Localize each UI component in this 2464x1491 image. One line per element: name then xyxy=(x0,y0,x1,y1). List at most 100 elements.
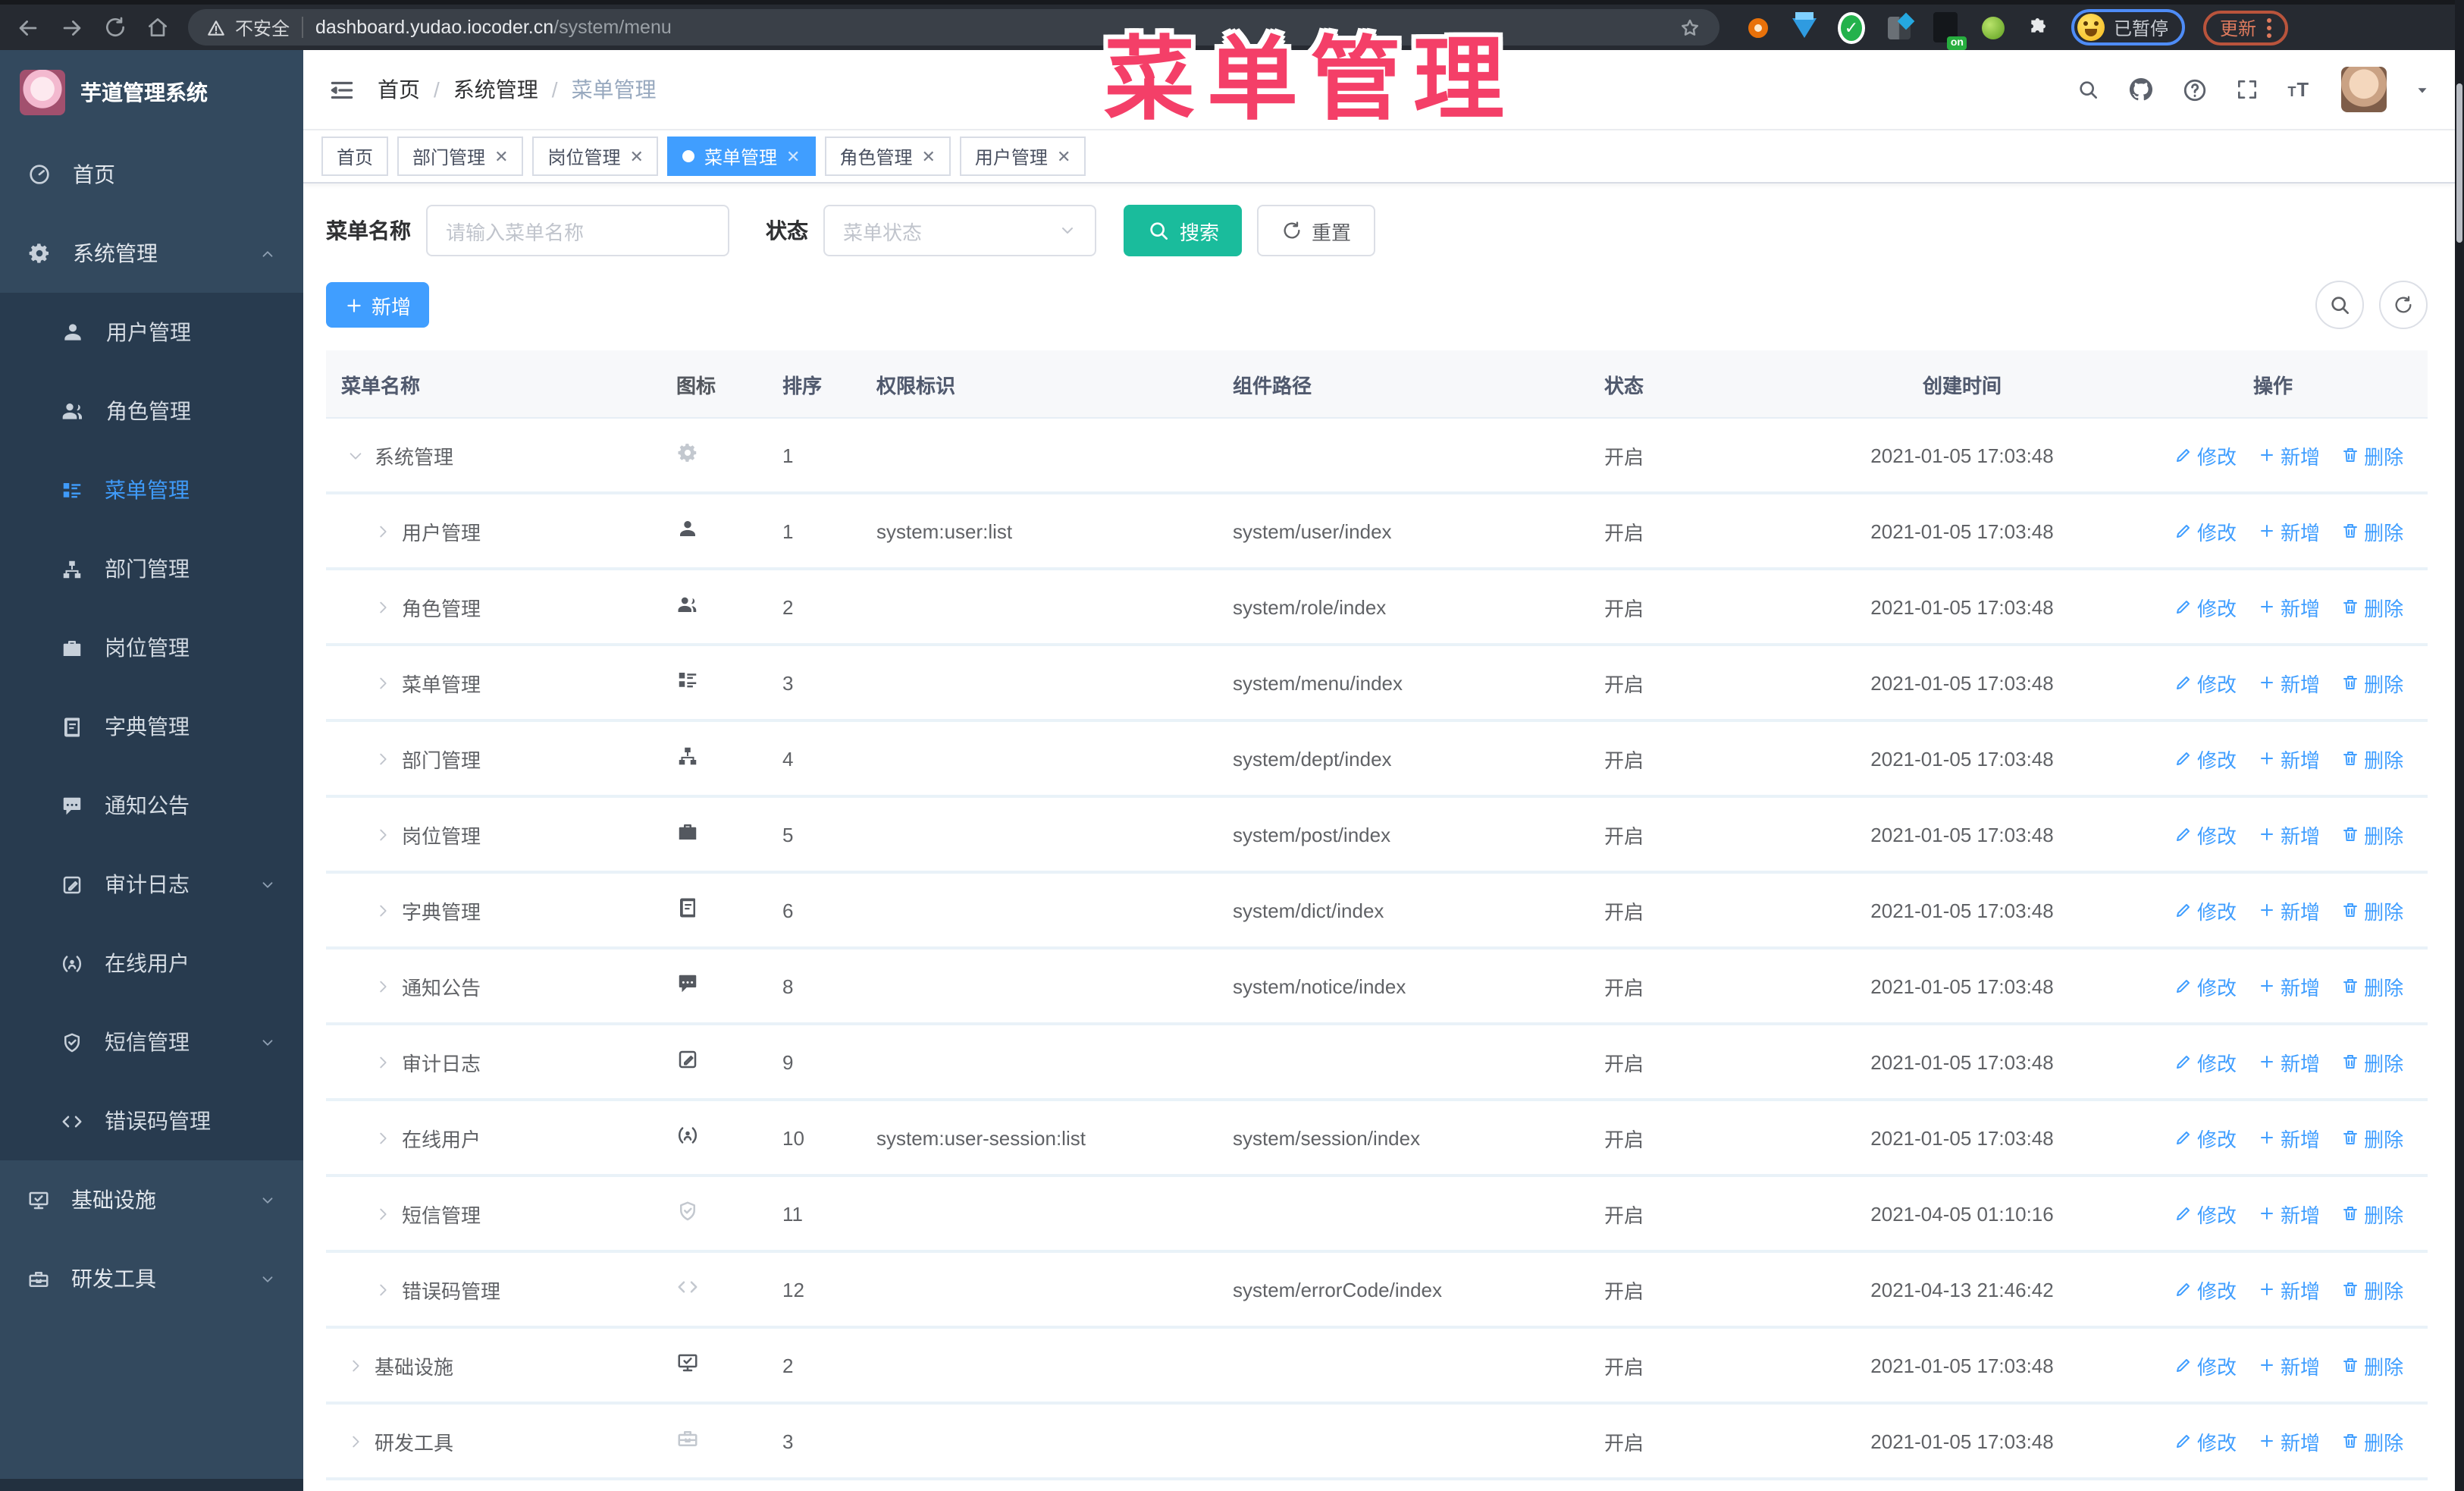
sidebar-item-11[interactable]: 短信管理 xyxy=(0,1003,303,1081)
sidebar-item-0[interactable]: 首页 xyxy=(0,135,303,214)
add-link[interactable]: 新增 xyxy=(2258,1351,2320,1380)
browser-update-button[interactable]: 更新 xyxy=(2203,10,2289,45)
sidebar-item-14[interactable]: 研发工具 xyxy=(0,1239,303,1318)
security-chip[interactable]: 不安全 xyxy=(206,14,290,40)
github-icon[interactable] xyxy=(2127,76,2155,103)
edit-link[interactable]: 修改 xyxy=(2174,820,2237,849)
add-link[interactable]: 新增 xyxy=(2258,972,2320,1000)
add-link[interactable]: 新增 xyxy=(2258,1123,2320,1152)
sidebar-item-7[interactable]: 字典管理 xyxy=(0,687,303,766)
expand-arrow-icon[interactable] xyxy=(368,1205,396,1222)
help-icon[interactable] xyxy=(2182,77,2208,102)
delete-link[interactable]: 删除 xyxy=(2341,896,2403,924)
ext-dark-on-icon[interactable]: on xyxy=(1932,14,1967,50)
window-scrollbar[interactable] xyxy=(2455,0,2464,1491)
edit-link[interactable]: 修改 xyxy=(2174,744,2237,773)
expand-arrow-icon[interactable] xyxy=(368,674,396,691)
expand-arrow-icon[interactable] xyxy=(368,902,396,918)
fullscreen-icon[interactable] xyxy=(2235,77,2259,102)
sidebar-item-5[interactable]: 部门管理 xyxy=(0,529,303,608)
add-link[interactable]: 新增 xyxy=(2258,441,2320,469)
reload-icon[interactable] xyxy=(103,15,127,39)
sidebar-item-6[interactable]: 岗位管理 xyxy=(0,608,303,687)
tab-部门管理[interactable]: 部门管理 ✕ xyxy=(397,137,524,176)
forward-icon[interactable] xyxy=(59,14,85,40)
sidebar-item-1[interactable]: 系统管理 xyxy=(0,214,303,293)
expand-arrow-icon[interactable] xyxy=(341,1357,368,1373)
bookmark-star-icon[interactable] xyxy=(1679,16,1701,39)
delete-link[interactable]: 删除 xyxy=(2341,592,2403,621)
edit-link[interactable]: 修改 xyxy=(2174,1047,2237,1076)
sidebar-item-2[interactable]: 用户管理 xyxy=(0,293,303,372)
edit-link[interactable]: 修改 xyxy=(2174,441,2237,469)
delete-link[interactable]: 删除 xyxy=(2341,744,2403,773)
sidebar-item-13[interactable]: 基础设施 xyxy=(0,1160,303,1239)
browser-menu-icon[interactable] xyxy=(2267,17,2272,37)
caret-down-icon[interactable] xyxy=(2414,81,2431,98)
add-link[interactable]: 新增 xyxy=(2258,820,2320,849)
add-link[interactable]: 新增 xyxy=(2258,1427,2320,1455)
toggle-search-button[interactable] xyxy=(2315,281,2364,329)
tab-岗位管理[interactable]: 岗位管理 ✕ xyxy=(532,137,659,176)
ext-green-check-icon[interactable]: ✓ xyxy=(1838,11,1865,43)
edit-link[interactable]: 修改 xyxy=(2174,668,2237,697)
status-select[interactable]: 菜单状态 xyxy=(823,205,1096,256)
delete-link[interactable]: 删除 xyxy=(2341,972,2403,1000)
close-icon[interactable]: ✕ xyxy=(630,146,644,166)
tab-角色管理[interactable]: 角色管理 ✕ xyxy=(824,137,951,176)
delete-link[interactable]: 删除 xyxy=(2341,1123,2403,1152)
sidebar-item-10[interactable]: 在线用户 xyxy=(0,924,303,1003)
add-link[interactable]: 新增 xyxy=(2258,1199,2320,1228)
delete-link[interactable]: 删除 xyxy=(2341,668,2403,697)
add-button[interactable]: 新增 xyxy=(326,282,430,328)
close-icon[interactable]: ✕ xyxy=(921,146,935,166)
expand-arrow-icon[interactable] xyxy=(368,978,396,994)
breadcrumb-item-1[interactable]: 系统管理 xyxy=(453,74,538,105)
sidebar-item-12[interactable]: 错误码管理 xyxy=(0,1081,303,1160)
expand-arrow-icon[interactable] xyxy=(368,1281,396,1298)
delete-link[interactable]: 删除 xyxy=(2341,1047,2403,1076)
home-icon[interactable] xyxy=(146,15,170,39)
window-scrollbar-thumb[interactable] xyxy=(2456,83,2462,243)
ext-green-key-icon[interactable] xyxy=(1979,14,2006,41)
add-link[interactable]: 新增 xyxy=(2258,592,2320,621)
collapse-arrow-icon[interactable] xyxy=(341,447,368,463)
hamburger-icon[interactable] xyxy=(328,75,356,104)
sidebar-logo[interactable]: 芋道管理系统 xyxy=(0,50,303,135)
edit-link[interactable]: 修改 xyxy=(2174,972,2237,1000)
search-button[interactable]: 搜索 xyxy=(1124,205,1243,256)
delete-link[interactable]: 删除 xyxy=(2341,1275,2403,1304)
add-link[interactable]: 新增 xyxy=(2258,516,2320,545)
close-icon[interactable]: ✕ xyxy=(786,146,800,166)
delete-link[interactable]: 删除 xyxy=(2341,1427,2403,1455)
close-icon[interactable]: ✕ xyxy=(494,146,508,166)
edit-link[interactable]: 修改 xyxy=(2174,1123,2237,1152)
expand-arrow-icon[interactable] xyxy=(368,750,396,767)
edit-link[interactable]: 修改 xyxy=(2174,1427,2237,1455)
ext-grid-icon[interactable] xyxy=(1885,14,1912,41)
edit-link[interactable]: 修改 xyxy=(2174,592,2237,621)
edit-link[interactable]: 修改 xyxy=(2174,1275,2237,1304)
avatar[interactable] xyxy=(2341,67,2387,112)
search-icon[interactable] xyxy=(2076,77,2100,102)
sidebar-item-4[interactable]: 菜单管理 xyxy=(0,450,303,529)
expand-arrow-icon[interactable] xyxy=(341,1433,368,1449)
refresh-table-button[interactable] xyxy=(2379,281,2428,329)
sidebar-item-3[interactable]: 角色管理 xyxy=(0,372,303,450)
breadcrumb-item-0[interactable]: 首页 xyxy=(378,74,420,105)
expand-arrow-icon[interactable] xyxy=(368,598,396,615)
font-size-icon[interactable]: TT xyxy=(2287,76,2314,103)
extensions-puzzle-icon[interactable] xyxy=(2026,14,2053,41)
add-link[interactable]: 新增 xyxy=(2258,1047,2320,1076)
delete-link[interactable]: 删除 xyxy=(2341,441,2403,469)
sidebar-item-8[interactable]: 通知公告 xyxy=(0,766,303,845)
tab-用户管理[interactable]: 用户管理 ✕ xyxy=(959,137,1086,176)
profile-chip[interactable]: 已暂停 xyxy=(2071,9,2186,46)
expand-arrow-icon[interactable] xyxy=(368,1053,396,1070)
ext-blue-gem-icon[interactable] xyxy=(1791,14,1818,41)
edit-link[interactable]: 修改 xyxy=(2174,896,2237,924)
add-link[interactable]: 新增 xyxy=(2258,896,2320,924)
edit-link[interactable]: 修改 xyxy=(2174,516,2237,545)
add-link[interactable]: 新增 xyxy=(2258,744,2320,773)
tab-菜单管理[interactable]: 菜单管理 ✕ xyxy=(667,137,816,176)
